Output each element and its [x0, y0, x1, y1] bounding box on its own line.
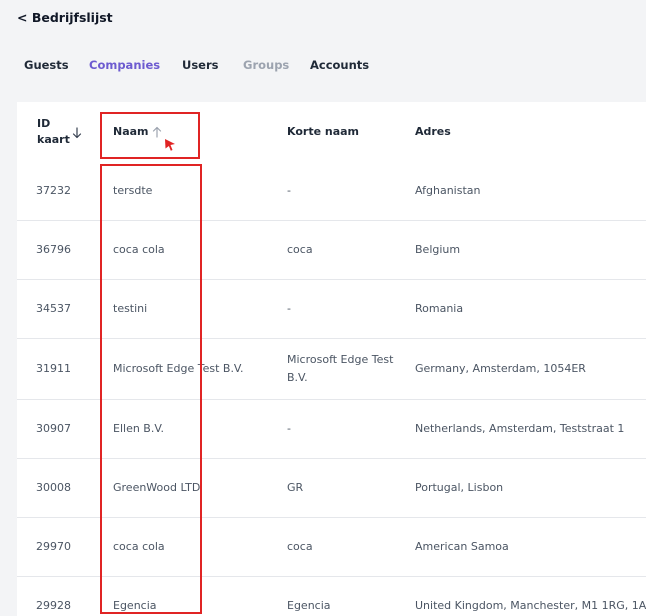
table-header: ID kaart Naam Korte naam Adres — [17, 102, 646, 163]
sort-descending-icon[interactable] — [72, 127, 82, 139]
cell-id: 31911 — [36, 362, 71, 375]
cell-id: 37232 — [36, 184, 71, 197]
cell-adres: Germany, Amsterdam, 1054ER — [415, 362, 586, 375]
table-row[interactable]: 29928 Egencia Egencia United Kingdom, Ma… — [17, 577, 646, 616]
table-row[interactable]: 30008 GreenWood LTD GR Portugal, Lisbon — [17, 459, 646, 518]
cell-adres: Netherlands, Amsterdam, Teststraat 1 — [415, 422, 625, 435]
cell-adres: American Samoa — [415, 540, 509, 553]
table-row[interactable]: 31911 Microsoft Edge Test B.V. Microsoft… — [17, 339, 646, 400]
table-body: 37232 tersdte - Afghanistan 36796 coca c… — [17, 162, 646, 616]
table-row[interactable]: 37232 tersdte - Afghanistan — [17, 162, 646, 221]
cell-naam: Microsoft Edge Test B.V. — [113, 362, 244, 375]
column-header-adres[interactable]: Adres — [415, 124, 451, 140]
cell-korte-naam: - — [287, 302, 291, 315]
tab-accounts[interactable]: Accounts — [310, 58, 369, 72]
cell-id: 36796 — [36, 243, 71, 256]
cell-adres: Romania — [415, 302, 464, 315]
cell-adres: Afghanistan — [415, 184, 481, 197]
tab-guests[interactable]: Guests — [24, 58, 69, 72]
tab-companies[interactable]: Companies — [89, 58, 160, 72]
cell-id: 29970 — [36, 540, 71, 553]
tab-users[interactable]: Users — [182, 58, 219, 72]
cell-id: 29928 — [36, 599, 71, 612]
cell-id: 30008 — [36, 481, 71, 494]
cell-adres: United Kingdom, Manchester, M1 1RG, 1A — [415, 599, 646, 612]
column-header-naam[interactable]: Naam — [113, 124, 149, 140]
cell-naam: coca cola — [113, 243, 165, 256]
cell-id: 30907 — [36, 422, 71, 435]
tab-groups: Groups — [243, 58, 290, 72]
table-row[interactable]: 29970 coca cola coca American Samoa — [17, 518, 646, 577]
cell-korte-naam: - — [287, 184, 291, 197]
sort-ascending-icon[interactable] — [152, 126, 162, 138]
cell-naam: Ellen B.V. — [113, 422, 164, 435]
back-link-bedrijfslijst[interactable]: < Bedrijfslijst — [17, 10, 113, 25]
cell-naam: testini — [113, 302, 148, 315]
cell-naam: coca cola — [113, 540, 165, 553]
tab-bar: Guests Companies Users Groups Accounts — [0, 58, 646, 74]
table-row[interactable]: 30907 Ellen B.V. - Netherlands, Amsterda… — [17, 400, 646, 459]
cell-naam: GreenWood LTD — [113, 481, 201, 494]
table-row[interactable]: 34537 testini - Romania — [17, 280, 646, 339]
cell-naam: Egencia — [113, 599, 157, 612]
cell-korte-naam: coca — [287, 243, 313, 256]
cell-adres: Portugal, Lisbon — [415, 481, 504, 494]
table-row[interactable]: 36796 coca cola coca Belgium — [17, 221, 646, 280]
column-header-korte-naam[interactable]: Korte naam — [287, 124, 359, 140]
cell-korte-naam: Microsoft Edge Test B.V. — [287, 353, 394, 384]
cell-adres: Belgium — [415, 243, 461, 256]
cell-naam: tersdte — [113, 184, 153, 197]
cell-korte-naam: GR — [287, 481, 304, 494]
cell-id: 34537 — [36, 302, 71, 315]
cell-korte-naam: - — [287, 422, 291, 435]
companies-table: ID kaart Naam Korte naam Adres 37232 ter… — [17, 102, 646, 616]
cell-korte-naam: Egencia — [287, 599, 331, 612]
cell-korte-naam: coca — [287, 540, 313, 553]
